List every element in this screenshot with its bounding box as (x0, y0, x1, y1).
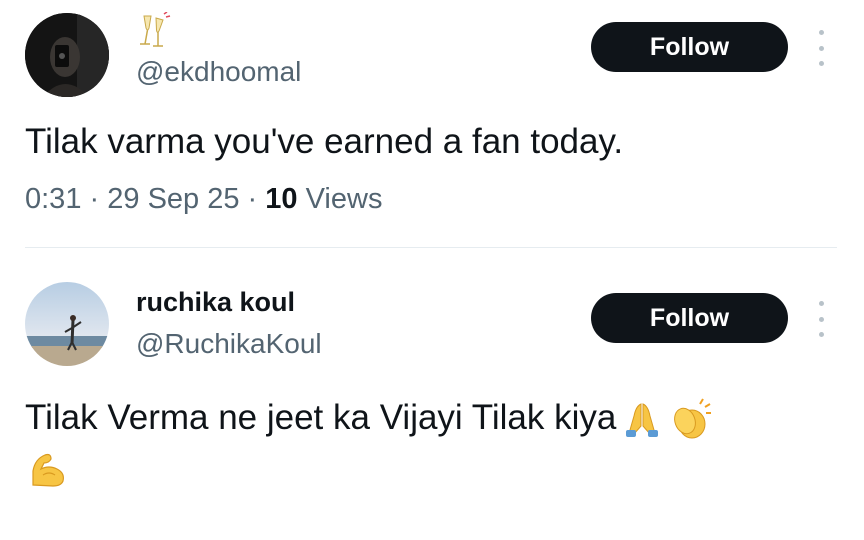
user-handle[interactable]: @ekdhoomal (136, 56, 301, 88)
avatar[interactable] (25, 13, 109, 97)
clapping-hands-emoji-icon (674, 398, 712, 439)
tweet-time[interactable]: 0:31 (25, 183, 81, 215)
post-ekdhoomal[interactable]: @ekdhoomal Follow Tilak varma you've ear… (0, 0, 864, 248)
follow-button[interactable]: Follow (591, 293, 788, 343)
display-name[interactable]: ruchika koul (136, 287, 295, 318)
tweet-emoji-line (27, 449, 69, 494)
more-options-icon[interactable] (814, 301, 828, 337)
meta-separator: · (247, 183, 258, 215)
more-options-icon[interactable] (814, 30, 828, 66)
post-ruchikakoul[interactable]: ruchika koul @RuchikaKoul Follow Tilak V… (0, 249, 864, 540)
views-label: Views (305, 183, 383, 215)
follow-button[interactable]: Follow (591, 22, 788, 72)
avatar[interactable] (25, 282, 109, 366)
tweet-meta: 0:31 · 29 Sep 25 · 10 Views (25, 183, 382, 216)
folded-hands-emoji-icon (626, 403, 659, 437)
views-count: 10 (265, 183, 298, 215)
post-divider (25, 247, 837, 248)
avatar-photo (25, 282, 109, 366)
user-handle[interactable]: @RuchikaKoul (136, 328, 322, 360)
tweet-text: Tilak varma you've earned a fan today. (25, 122, 624, 161)
display-name[interactable] (136, 11, 172, 59)
tweet-text-content: Tilak Verma ne jeet ka Vijayi Tilak kiya (25, 398, 617, 437)
meta-separator: · (89, 183, 100, 215)
tweet-date[interactable]: 29 Sep 25 (107, 183, 239, 215)
champagne-emoji-icon (140, 11, 171, 47)
avatar-photo (25, 13, 109, 97)
tweet-text: Tilak Verma ne jeet ka Vijayi Tilak kiya (25, 393, 712, 443)
flexed-biceps-emoji-icon (32, 453, 64, 487)
